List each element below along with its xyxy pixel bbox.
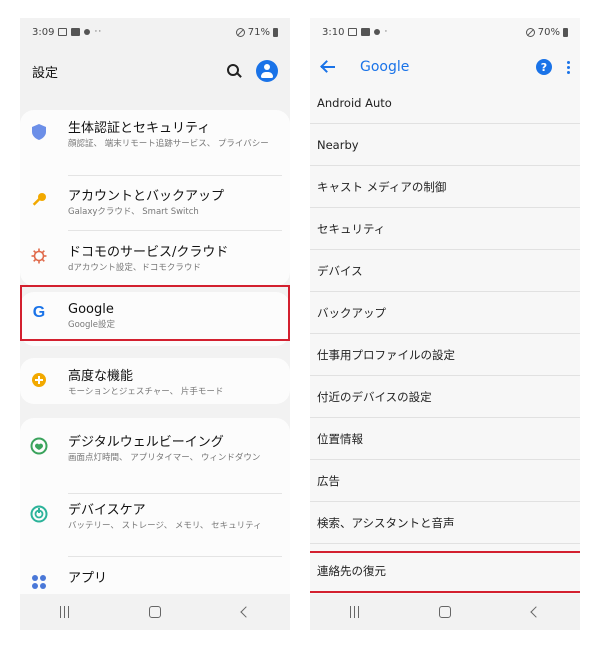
item-label: 連絡先の復元 [317,564,386,578]
item-subtitle: バッテリー、 ストレージ、 メモリ、 セキュリティ [68,521,262,531]
notification-icon [374,29,381,35]
more-notifications-icon: · [384,27,389,37]
item-label: 広告 [317,473,340,488]
back-icon[interactable] [529,606,541,618]
item-title: デジタルウェルビーイング [68,435,224,450]
recents-icon[interactable] [59,606,71,618]
item-title: Google [68,302,114,317]
item-label: 検索、アシスタントと音声 [317,515,455,530]
status-bar: 3:10 · 70% [310,18,580,46]
home-icon[interactable] [439,606,451,618]
google-item-cast-media[interactable]: キャスト メディアの制御 [310,166,580,208]
item-subtitle: 画面点灯時間、 アプリタイマー、 ウィンドダウン [68,453,261,463]
navigation-bar [310,594,580,630]
item-title: ドコモのサービス/クラウド [68,245,229,260]
google-item-security[interactable]: セキュリティ [310,208,580,250]
status-time: 3:09 [32,26,55,38]
notification-icon [84,29,91,35]
divider [68,230,282,231]
back-arrow-icon[interactable] [320,60,338,74]
do-not-disturb-icon [235,27,245,37]
item-label: Nearby [317,137,359,152]
shield-icon [30,123,48,141]
divider [68,493,282,494]
settings-item-google[interactable]: G Google Google設定 [20,301,290,331]
item-subtitle: Google設定 [68,320,115,330]
google-icon: G [32,304,46,321]
item-title: 高度な機能 [68,369,134,384]
google-item-work-profile[interactable]: 仕事用プロファイルの設定 [310,334,580,376]
navigation-bar [20,594,290,630]
battery-percent: 71% [247,26,270,38]
google-item-android-auto[interactable]: Android Auto [310,82,580,124]
app-notification-icon [71,28,81,36]
item-title: 生体認証とセキュリティ [68,121,211,136]
wellbeing-icon [30,437,48,455]
device-care-icon [30,505,48,523]
settings-item-apps[interactable]: アプリ [20,570,290,591]
google-item-ads[interactable]: 広告 [310,460,580,502]
divider [68,556,282,557]
settings-item-accounts-backup[interactable]: アカウントとバックアップ Galaxyクラウド、 Smart Switch [20,188,290,218]
settings-item-device-care[interactable]: デバイスケア バッテリー、 ストレージ、 メモリ、 セキュリティ [20,502,290,532]
item-label: バックアップ [317,305,386,320]
item-label: 仕事用プロファイルの設定 [317,347,455,362]
gear-icon [30,247,48,265]
gallery-notification-icon [58,28,68,36]
google-item-location[interactable]: 位置情報 [310,418,580,460]
item-subtitle: Galaxyクラウド、 Smart Switch [68,207,199,217]
item-label: セキュリティ [317,221,386,236]
gallery-notification-icon [348,28,358,36]
item-title: アカウントとバックアップ [68,189,225,204]
google-item-nearby[interactable]: Nearby [310,124,580,166]
item-label: キャスト メディアの制御 [317,179,447,194]
item-label: Android Auto [317,95,392,110]
google-item-devices[interactable]: デバイス [310,250,580,292]
settings-header: 設定 [20,46,290,96]
item-title: アプリ [68,571,108,586]
item-subtitle: 顔認証、 端末リモート追跡サービス、 プライバシー [68,139,269,149]
battery-icon [563,27,568,37]
recents-icon[interactable] [349,606,361,618]
page-title: Google [360,59,410,75]
settings-screen: 3:09 ·· 71% 設定 生体認証とセキュリティ 顔認証、 端末リモート追跡… [20,18,290,630]
item-subtitle: dアカウント設定、ドコモクラウド [68,263,201,273]
item-label: 付近のデバイスの設定 [317,389,432,404]
item-label: 位置情報 [317,431,363,446]
account-icon[interactable] [256,60,278,82]
search-icon[interactable] [226,63,242,79]
status-bar: 3:09 ·· 71% [20,18,290,46]
advanced-features-icon [30,371,48,389]
item-title: デバイスケア [68,503,146,518]
google-item-nearby-devices[interactable]: 付近のデバイスの設定 [310,376,580,418]
google-item-backup[interactable]: バックアップ [310,292,580,334]
divider [68,175,282,176]
settings-item-digital-wellbeing[interactable]: デジタルウェルビーイング 画面点灯時間、 アプリタイマー、 ウィンドダウン [20,434,290,464]
apps-icon [30,573,48,591]
google-settings-screen: 3:10 · 70% Google ? Android Auto Nearby … [310,18,580,630]
do-not-disturb-icon [525,27,535,37]
more-notifications-icon: ·· [94,27,103,37]
home-icon[interactable] [149,606,161,618]
google-item-search-assistant-voice[interactable]: 検索、アシスタントと音声 [310,502,580,544]
item-label: デバイス [317,263,363,278]
status-time: 3:10 [322,26,345,38]
battery-icon [273,27,278,37]
settings-item-advanced-features[interactable]: 高度な機能 モーションとジェスチャー、 片手モード [20,368,290,398]
help-icon[interactable]: ? [536,59,552,75]
settings-item-biometrics-security[interactable]: 生体認証とセキュリティ 顔認証、 端末リモート追跡サービス、 プライバシー [20,120,290,150]
item-subtitle: モーションとジェスチャー、 片手モード [68,387,224,397]
page-title: 設定 [32,65,59,81]
app-notification-icon [361,28,371,36]
google-item-restore-contacts[interactable]: 連絡先の復元 [310,550,580,592]
settings-item-docomo-services[interactable]: ドコモのサービス/クラウド dアカウント設定、ドコモクラウド [20,244,290,274]
key-icon [30,191,48,209]
back-icon[interactable] [239,606,251,618]
battery-percent: 70% [537,26,560,38]
more-options-icon[interactable] [566,60,570,74]
